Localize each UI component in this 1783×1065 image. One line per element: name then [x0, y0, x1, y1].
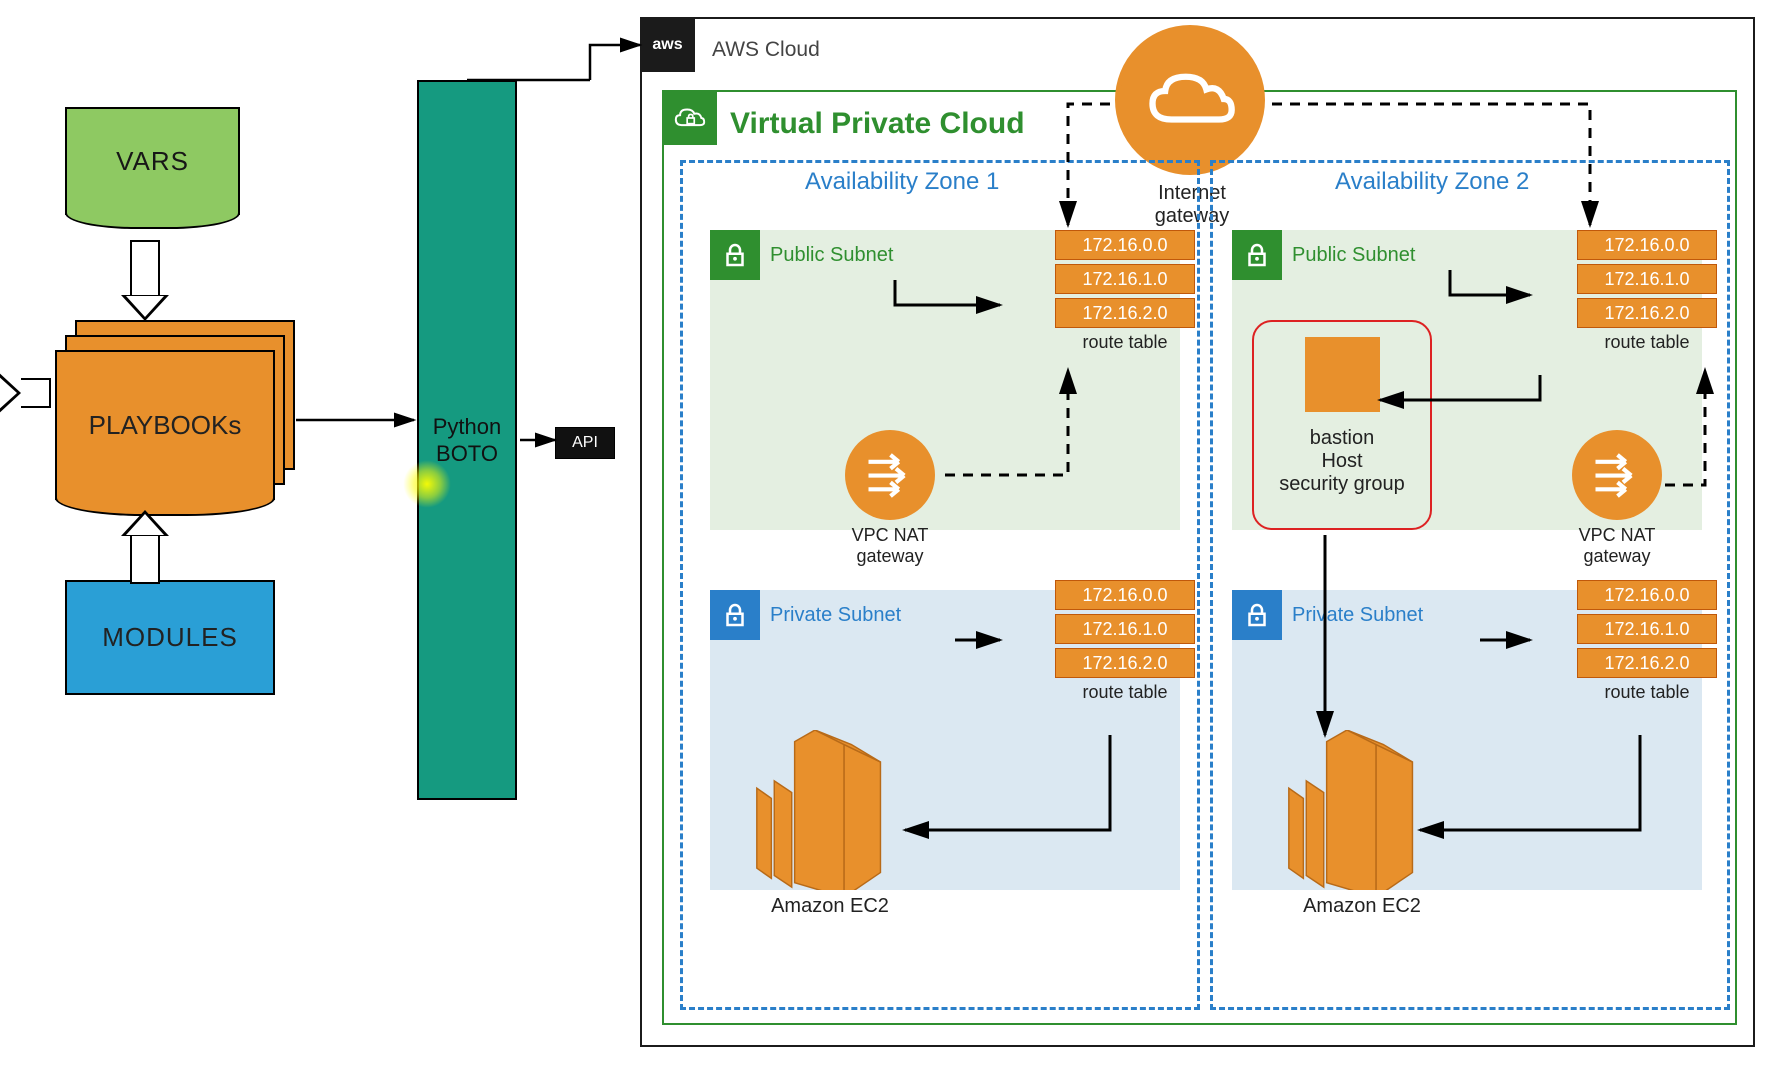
route-ip: 172.16.2.0	[1577, 648, 1717, 678]
route-ip: 172.16.1.0	[1577, 264, 1717, 294]
arrow-modules-to-playbooks	[130, 510, 169, 584]
bastion-host-icon	[1305, 337, 1380, 412]
route-ip: 172.16.2.0	[1577, 298, 1717, 328]
route-ip: 172.16.0.0	[1055, 230, 1195, 260]
az1-ec2-icon	[740, 730, 890, 890]
aws-badge-icon: aws	[640, 17, 695, 72]
route-ip: 172.16.2.0	[1055, 648, 1195, 678]
az2-nat-gateway-icon	[1572, 430, 1662, 520]
az1-private-route-table: 172.16.0.0 172.16.1.0 172.16.2.0 route t…	[1055, 580, 1195, 703]
nat-icon	[863, 448, 918, 503]
bastion-label-1: bastion	[1310, 427, 1375, 450]
subnet-lock-icon	[1232, 230, 1282, 280]
az1-ec2-label: Amazon EC2	[750, 895, 910, 918]
az1-nat-gateway-icon	[845, 430, 935, 520]
az2-title: Availability Zone 2	[1335, 168, 1529, 196]
bastion-label-3: security group	[1279, 473, 1405, 496]
api-block: API	[555, 427, 615, 459]
python-boto-block: Python BOTO	[417, 80, 517, 800]
az2-public-route-table: 172.16.0.0 172.16.1.0 172.16.2.0 route t…	[1577, 230, 1717, 353]
ec2-icon	[740, 730, 890, 890]
route-ip: 172.16.0.0	[1055, 580, 1195, 610]
boto-label-1: Python	[433, 413, 502, 441]
boto-label-2: BOTO	[436, 440, 498, 468]
route-ip: 172.16.0.0	[1577, 580, 1717, 610]
bastion-host-security-group: bastion Host security group	[1252, 320, 1432, 530]
subnet-lock-icon	[710, 230, 760, 280]
route-ip: 172.16.2.0	[1055, 298, 1195, 328]
vpc-title: Virtual Private Cloud	[730, 107, 1025, 141]
subnet-title: Public Subnet	[1292, 244, 1415, 267]
route-table-label: route table	[1055, 682, 1195, 703]
vpc-badge-icon	[662, 90, 717, 145]
az2-private-route-table: 172.16.0.0 172.16.1.0 172.16.2.0 route t…	[1577, 580, 1717, 703]
az1-nat-label: VPC NAT gateway	[845, 525, 935, 567]
subnet-lock-icon	[710, 590, 760, 640]
aws-cloud-label: AWS Cloud	[712, 38, 820, 62]
aws-badge-text: aws	[652, 36, 682, 54]
subnet-title: Public Subnet	[770, 244, 893, 267]
az2-nat-label: VPC NAT gateway	[1572, 525, 1662, 567]
playbook-card-front: PLAYBOOKs	[55, 350, 275, 500]
route-ip: 172.16.1.0	[1055, 614, 1195, 644]
modules-label: MODULES	[102, 622, 238, 653]
az2-private-subnet: Private Subnet 172.16.0.0 172.16.1.0 172…	[1232, 590, 1702, 890]
subnet-title: Private Subnet	[1292, 604, 1423, 627]
arrow-into-playbooks	[0, 369, 51, 408]
route-table-label: route table	[1577, 332, 1717, 353]
api-label: API	[572, 434, 598, 452]
modules-block: MODULES	[65, 580, 275, 695]
nat-icon	[1590, 448, 1645, 503]
subnet-lock-icon	[1232, 590, 1282, 640]
route-table-label: route table	[1577, 682, 1717, 703]
vars-label: VARS	[116, 146, 189, 177]
az1-public-route-table: 172.16.0.0 172.16.1.0 172.16.2.0 route t…	[1055, 230, 1195, 353]
route-ip: 172.16.1.0	[1577, 614, 1717, 644]
vars-block: VARS	[65, 107, 240, 215]
az2-ec2-icon	[1272, 730, 1422, 890]
internet-gateway-icon	[1115, 25, 1265, 175]
ec2-icon	[1272, 730, 1422, 890]
arrow-vars-to-playbooks	[130, 240, 169, 321]
bastion-label-2: Host	[1321, 450, 1362, 473]
az1-public-subnet: Public Subnet 172.16.0.0 172.16.1.0 172.…	[710, 230, 1180, 530]
cloud-lock-icon	[673, 106, 707, 130]
playbooks-label: PLAYBOOKs	[89, 410, 242, 441]
route-ip: 172.16.1.0	[1055, 264, 1195, 294]
az2-public-subnet: Public Subnet 172.16.0.0 172.16.1.0 172.…	[1232, 230, 1702, 530]
az2-ec2-label: Amazon EC2	[1282, 895, 1442, 918]
route-ip: 172.16.0.0	[1577, 230, 1717, 260]
route-table-label: route table	[1055, 332, 1195, 353]
cloud-icon	[1143, 68, 1238, 133]
az1-private-subnet: Private Subnet 172.16.0.0 172.16.1.0 172…	[710, 590, 1180, 890]
subnet-title: Private Subnet	[770, 604, 901, 627]
az1-title: Availability Zone 1	[805, 168, 999, 196]
